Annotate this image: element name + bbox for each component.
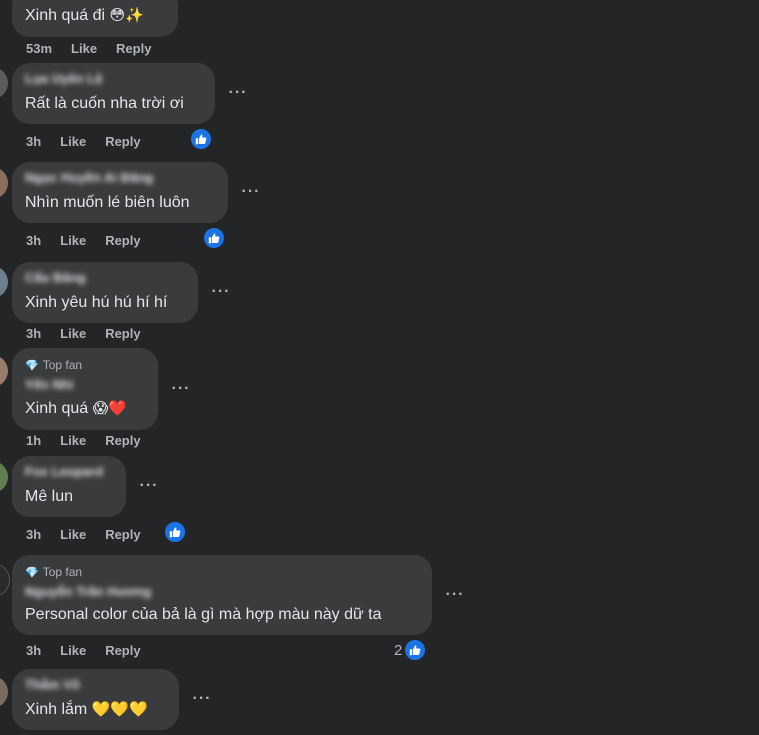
comment-meta: 3h Like Reply [26,643,160,659]
reply-button[interactable]: Reply [105,233,140,248]
reply-button[interactable]: Reply [116,41,151,56]
commenter-name[interactable]: Nguyễn Trần Hương [25,584,420,600]
comment-text: Rất là cuốn nha trời ơi [25,95,184,112]
comment-text-body: Xinh lắm [25,701,88,718]
comment-bubble: 💎 Top fan Yến Nhi Xinh quá 😱❤️ [12,348,158,430]
comment-text: Personal color của bả là gì mà hợp màu n… [25,606,382,623]
comment-bubble: Lụa Uyên Lệ Rất là cuốn nha trời ơi [12,63,215,124]
comment-emojis: 😳✨ [109,6,144,24]
comment-time[interactable]: 3h [26,527,41,542]
like-button[interactable]: Like [60,433,86,448]
comment-meta: 53m Like Reply [26,41,170,57]
top-fan-diamond-icon: 💎 [25,567,39,579]
top-fan-label: Top fan [42,565,83,579]
like-reaction-icon [203,227,225,249]
commenter-name[interactable]: Fox Leopard [25,464,114,480]
avatar[interactable] [0,355,8,387]
avatar[interactable] [0,167,8,199]
avatar[interactable] [0,461,8,493]
reply-button[interactable]: Reply [105,134,140,149]
comment-bubble: 💎 Top fan Nguyễn Trần Hương Personal colo… [12,555,432,635]
comment-bubble: Xinh quá đi 😳✨ [12,0,178,37]
reaction-summary[interactable] [190,128,212,150]
comment-text: Mê lun [25,488,74,505]
top-fan-badge: 💎 Top fan [25,358,146,374]
like-button[interactable]: Like [60,643,86,658]
comment-text: Xinh quá đi 😳✨ [25,5,166,26]
reply-button[interactable]: Reply [105,326,140,341]
top-fan-label: Top fan [42,358,83,372]
like-button[interactable]: Like [60,527,86,542]
more-options-icon[interactable]: ··· [137,478,161,499]
top-fan-badge: 💎 Top fan [25,565,420,581]
commenter-name[interactable]: Thắm Võ [25,677,167,693]
like-button[interactable]: Like [60,134,86,149]
comment-text: Xinh yêu hú hú hí hí [25,294,168,311]
avatar[interactable] [0,563,10,597]
commenter-name[interactable]: Cẩu Băng [25,270,186,286]
avatar[interactable] [0,67,8,99]
comment-text: Xinh quá 😱❤️ [25,398,146,419]
more-options-icon[interactable]: ··· [443,587,467,608]
comment-bubble: Fox Leopard Mê lun [12,456,126,517]
more-options-icon[interactable]: ··· [169,381,193,402]
more-options-icon[interactable]: ··· [226,85,250,106]
comment-bubble: Ngọc Huyền Ai Đăng Nhìn muốn lé biên luô… [12,162,228,223]
reply-button[interactable]: Reply [105,643,140,658]
more-options-icon[interactable]: ··· [209,284,233,305]
reaction-summary[interactable] [164,521,186,543]
avatar[interactable] [0,266,8,298]
comment-emojis: 😱❤️ [92,399,127,417]
reply-button[interactable]: Reply [105,433,140,448]
reaction-summary[interactable] [203,227,225,249]
more-options-icon[interactable]: ··· [190,691,214,712]
reaction-summary[interactable]: 2 [394,639,427,661]
commenter-name[interactable]: Ngọc Huyền Ai Đăng [25,170,216,186]
like-reaction-icon [164,521,186,543]
comment-time[interactable]: 3h [26,326,41,341]
comment-bubble: Thắm Võ Xinh lắm 💛💛💛 [12,669,179,730]
comment-time[interactable]: 3h [26,134,41,149]
comment-time[interactable]: 1h [26,433,41,448]
like-reaction-icon [404,639,427,661]
comment-meta: 3h Like Reply [26,326,160,342]
reaction-count: 2 [394,641,403,659]
avatar[interactable] [0,676,8,708]
like-button[interactable]: Like [60,326,86,341]
like-button[interactable]: Like [60,233,86,248]
comment-text: Nhìn muốn lé biên luôn [25,194,190,211]
like-button[interactable]: Like [71,41,97,56]
comment-meta: 1h Like Reply [26,433,160,449]
reply-button[interactable]: Reply [105,527,140,542]
comment-emojis: 💛💛💛 [91,700,148,718]
comment-text-body: Xinh quá đi [25,7,106,24]
comment-meta: 3h Like Reply [26,527,160,543]
comment-time[interactable]: 53m [26,41,52,56]
comment-time[interactable]: 3h [26,643,41,658]
commenter-name[interactable]: Lụa Uyên Lệ [25,71,203,87]
comment-meta: 3h Like Reply [26,233,160,249]
comment-text: Xinh lắm 💛💛💛 [25,699,167,720]
more-options-icon[interactable]: ··· [239,184,263,205]
commenter-name[interactable]: Yến Nhi [25,377,146,393]
comment-time[interactable]: 3h [26,233,41,248]
like-reaction-icon [190,128,212,150]
comment-bubble: Cẩu Băng Xinh yêu hú hú hí hí [12,262,198,323]
comment-meta: 3h Like Reply [26,134,160,150]
top-fan-diamond-icon: 💎 [25,360,39,372]
comment-text-body: Xinh quá [25,400,89,417]
